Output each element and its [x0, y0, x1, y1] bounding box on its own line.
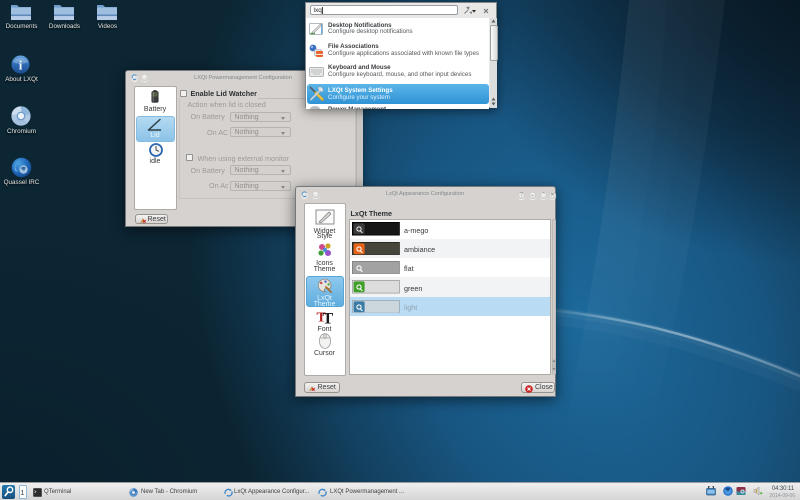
svg-text:i: i — [19, 58, 23, 73]
svg-text:T: T — [322, 310, 333, 325]
